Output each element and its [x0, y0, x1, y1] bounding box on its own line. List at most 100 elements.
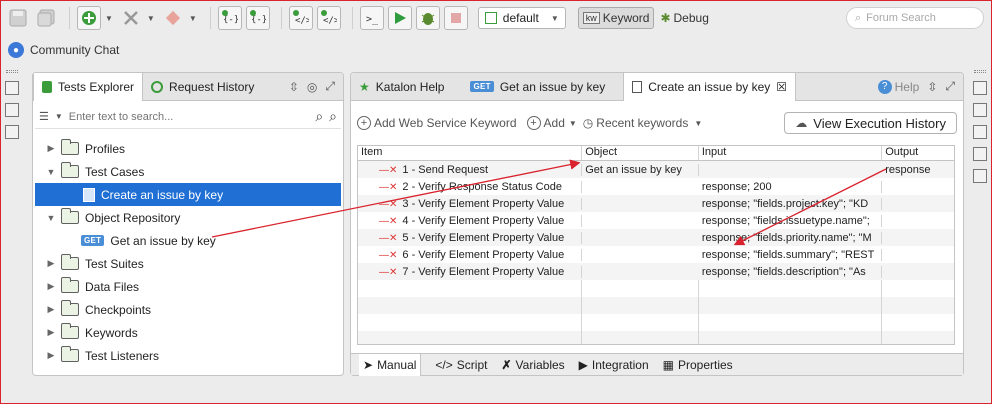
community-chat-link[interactable]: ● Community Chat	[8, 40, 119, 60]
save-all-icon[interactable]	[34, 6, 58, 30]
collapse-arrow-icon[interactable]: ▶	[43, 281, 59, 292]
forum-search-input[interactable]: ⌕ Forum Search	[846, 7, 984, 29]
collapse-icon[interactable]: ⇳	[927, 80, 937, 94]
stop-icon[interactable]	[443, 6, 468, 30]
restore-icon[interactable]	[5, 81, 19, 95]
cell-input[interactable]: response; 200	[699, 180, 883, 193]
table-row[interactable]: —✕ 4 - Verify Element Property Value respo…	[358, 212, 954, 229]
tree-item[interactable]: Create an issue by key	[35, 183, 341, 206]
terminal-icon[interactable]: >_	[359, 6, 384, 30]
explorer-view-icon[interactable]	[5, 103, 19, 117]
run-icon[interactable]	[387, 6, 412, 30]
keyword-mode-button[interactable]: kw Keyword	[577, 7, 655, 29]
close-icon[interactable]: ☒	[776, 80, 787, 94]
tab-variables[interactable]: ✗ Variables	[501, 358, 564, 372]
tree-item[interactable]: GET Get an issue by key	[35, 229, 341, 252]
cell-item[interactable]: —✕ 5 - Verify Element Property Value	[358, 231, 583, 244]
tab-tests-explorer[interactable]: Tests Explorer	[33, 72, 144, 101]
column-header-object[interactable]: Object	[582, 146, 699, 160]
add-web-service-keyword-button[interactable]: + Add Web Service Keyword	[357, 116, 517, 130]
maximize-icon[interactable]: ⤢	[325, 79, 335, 94]
restore-icon[interactable]	[973, 81, 987, 95]
spy-icon[interactable]	[119, 6, 143, 30]
tab-get-an-issue-by-key[interactable]: GET Get an issue by key	[462, 73, 613, 101]
new-icon[interactable]	[77, 6, 101, 30]
tree-item[interactable]: ▼ Object Repository	[35, 206, 341, 229]
new-keyword-icon[interactable]: {-}	[217, 6, 242, 30]
git-dropdown-icon[interactable]: ▼	[189, 14, 197, 23]
table-row[interactable]: —✕ 2 - Verify Response Status Code respons…	[358, 178, 954, 195]
new-dropdown-icon[interactable]: ▼	[105, 14, 113, 23]
cell-item[interactable]: —✕ 4 - Verify Element Property Value	[358, 214, 583, 227]
tab-properties[interactable]: ▦ Properties	[663, 358, 733, 372]
maximize-icon[interactable]: ⤢	[945, 79, 955, 94]
table-view-icon[interactable]	[5, 125, 19, 139]
table-row[interactable]: —✕ 1 - Send Request Get an issue by key res…	[358, 161, 954, 178]
search-icon[interactable]: ⌕	[315, 108, 323, 125]
collapse-arrow-icon[interactable]: ▶	[43, 258, 59, 269]
cell-item[interactable]: —✕ 1 - Send Request	[358, 163, 583, 176]
filter-icon[interactable]: ☰	[39, 110, 49, 123]
tree-item[interactable]: ▶ Test Listeners	[35, 344, 341, 367]
cell-input[interactable]: response; "fields.summary"; "REST	[699, 248, 883, 261]
cell-item[interactable]: —✕ 6 - Verify Element Property Value	[358, 248, 583, 261]
filter-dropdown-icon[interactable]: ▼	[55, 112, 63, 121]
grip-handle[interactable]	[6, 70, 18, 73]
cell-input[interactable]: response; "fields.priority.name"; "M	[699, 231, 883, 244]
column-header-input[interactable]: Input	[699, 146, 883, 160]
tab-script[interactable]: </> Script	[435, 358, 487, 372]
table-row[interactable]: —✕ 5 - Verify Element Property Value respo…	[358, 229, 954, 246]
cell-item[interactable]: —✕ 2 - Verify Response Status Code	[358, 180, 583, 193]
help-button[interactable]: ? Help	[877, 79, 919, 94]
advanced-search-icon[interactable]: ⌕	[329, 108, 337, 125]
new-test-case-icon[interactable]: </>	[288, 6, 313, 30]
tab-create-an-issue-by-key[interactable]: Create an issue by key ☒	[623, 72, 797, 101]
tree-item[interactable]: ▶ Checkpoints	[35, 298, 341, 321]
explorer-search-input[interactable]	[68, 106, 310, 127]
chat-view-icon[interactable]	[973, 147, 987, 161]
cell-item[interactable]: —✕ 7 - Verify Element Property Value	[358, 265, 583, 278]
cell-input[interactable]: response; "fields.project.key"; "KD	[699, 197, 883, 210]
cell-input[interactable]: response; "fields.issuetype.name";	[699, 214, 883, 227]
profile-selector[interactable]: default ▼	[477, 7, 566, 29]
cell-object[interactable]: Get an issue by key	[582, 163, 699, 176]
grip-handle[interactable]	[974, 70, 986, 73]
expand-arrow-icon[interactable]: ▼	[43, 167, 59, 177]
tree-item[interactable]: ▼ Test Cases	[35, 160, 341, 183]
collapse-icon[interactable]: ⇳	[289, 80, 299, 94]
debug-mode-button[interactable]: ✱ Debug	[654, 8, 714, 28]
collapse-arrow-icon[interactable]: ▶	[43, 304, 59, 315]
add-button[interactable]: + Add ▼	[526, 116, 577, 130]
tree-item[interactable]: ▶ Profiles	[35, 137, 341, 160]
debug-icon[interactable]	[415, 6, 440, 30]
tab-manual[interactable]: ➤ Manual	[359, 353, 422, 376]
tree-item[interactable]: ▶ Data Files	[35, 275, 341, 298]
new-script-icon[interactable]: </>	[316, 6, 341, 30]
new-custom-keyword-icon[interactable]: {-}	[245, 6, 270, 30]
link-with-editor-icon[interactable]: ◎	[307, 80, 317, 94]
view-execution-history-button[interactable]: ☁ View Execution History	[784, 112, 957, 134]
log-view-icon[interactable]	[973, 169, 987, 183]
tab-request-history[interactable]: Request History	[143, 73, 262, 101]
outline-view-icon[interactable]	[973, 103, 987, 117]
git-icon[interactable]	[161, 6, 185, 30]
tree-item[interactable]: ▶ Test Suites	[35, 252, 341, 275]
expand-arrow-icon[interactable]: ▼	[43, 213, 59, 223]
collapse-arrow-icon[interactable]: ▶	[43, 350, 59, 361]
column-header-output[interactable]: Output	[882, 146, 954, 160]
tab-katalon-help[interactable]: ★ Katalon Help	[351, 73, 452, 101]
cell-item[interactable]: —✕ 3 - Verify Element Property Value	[358, 197, 583, 210]
table-row[interactable]: —✕ 3 - Verify Element Property Value respo…	[358, 195, 954, 212]
cell-input[interactable]: response; "fields.description"; "As	[699, 265, 883, 278]
column-header-item[interactable]: Item	[358, 146, 583, 160]
cell-output[interactable]: response	[882, 164, 954, 176]
tab-integration[interactable]: ▶ Integration	[579, 358, 649, 372]
collapse-arrow-icon[interactable]: ▶	[43, 143, 59, 154]
table-row[interactable]: —✕ 7 - Verify Element Property Value respo…	[358, 263, 954, 280]
recent-keywords-button[interactable]: ◷ Recent keywords ▼	[583, 116, 702, 130]
table-row[interactable]: —✕ 6 - Verify Element Property Value respo…	[358, 246, 954, 263]
properties-view-icon[interactable]	[973, 125, 987, 139]
collapse-arrow-icon[interactable]: ▶	[43, 327, 59, 338]
spy-dropdown-icon[interactable]: ▼	[147, 14, 155, 23]
tree-item[interactable]: ▶ Keywords	[35, 321, 341, 344]
